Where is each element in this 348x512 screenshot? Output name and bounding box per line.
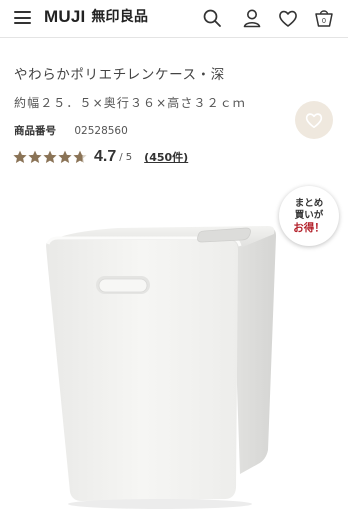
product-title: やわらかポリエチレンケース・深 (14, 67, 225, 83)
badge-line-1: まとめ (294, 198, 324, 209)
menu-icon[interactable] (14, 11, 31, 24)
rating-score: 4.7 (94, 148, 117, 165)
cart-icon[interactable]: 0 (313, 7, 335, 29)
product-code-row: 商品番号 02528560 (14, 123, 128, 138)
cart-count: 0 (322, 18, 326, 25)
heart-icon (305, 113, 323, 129)
heart-icon[interactable] (277, 7, 299, 29)
star-icon (13, 150, 27, 163)
brand-logo[interactable]: MUJI 無印良品 (44, 7, 148, 27)
product-spec: 約幅２５．５×奥行３６×高さ３２ｃｍ (14, 96, 246, 110)
product-code-label: 商品番号 (14, 125, 56, 137)
brand-latin: MUJI (44, 7, 86, 26)
star-icon (28, 150, 42, 163)
bulk-discount-badge[interactable]: まとめ 買いが お得！ (279, 186, 339, 246)
search-icon[interactable] (201, 7, 223, 29)
review-count-link[interactable]: (450件) (144, 149, 188, 165)
site-header: MUJI 無印良品 0 (0, 0, 348, 38)
favorite-button[interactable] (295, 101, 333, 139)
rating-max: / 5 (119, 151, 133, 163)
star-icon (73, 150, 87, 163)
badge-line-2: 買いが (294, 210, 324, 221)
badge-line-3: お得！ (293, 222, 325, 234)
star-icon (43, 150, 57, 163)
star-icon (58, 150, 72, 163)
user-icon[interactable] (241, 7, 263, 29)
product-code-value: 02528560 (74, 125, 128, 137)
star-rating (13, 150, 87, 164)
brand-kanji: 無印良品 (91, 9, 149, 25)
rating-row: 4.7 / 5 (450件) (13, 147, 188, 167)
